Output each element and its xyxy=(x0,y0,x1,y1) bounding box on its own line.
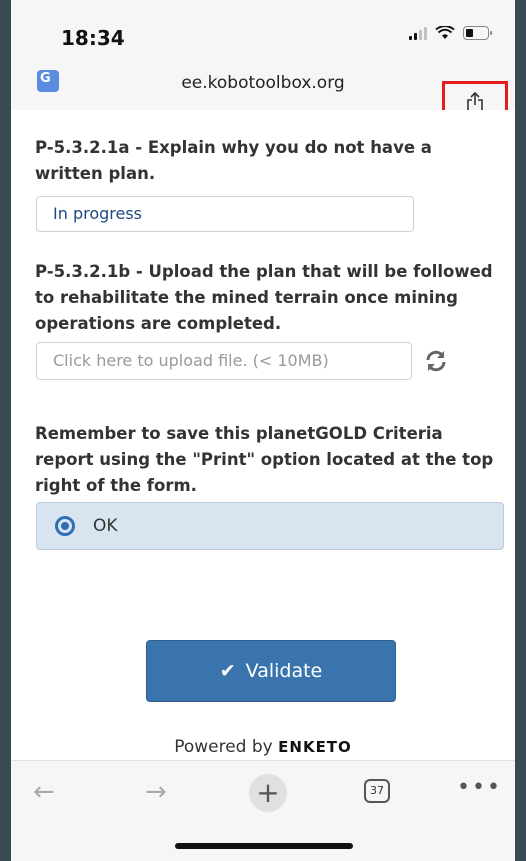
address-bar[interactable]: ee.kobotoolbox.org xyxy=(11,56,515,126)
more-icon[interactable]: ••• xyxy=(457,775,502,800)
phone-screen: 18:34 ee.kobotoolbox.org P-5.3.2.1a - Ex… xyxy=(11,0,515,861)
browser-toolbar: ← → + 37 ••• xyxy=(11,760,515,861)
validate-button[interactable]: ✔ Validate xyxy=(146,640,396,702)
radio-selected-icon[interactable] xyxy=(55,516,75,536)
wifi-icon xyxy=(435,26,455,39)
powered-by-footer: Powered by ENKETO xyxy=(11,737,515,757)
validate-button-label: Validate xyxy=(245,660,323,682)
check-icon: ✔ xyxy=(219,660,236,682)
question-p5321a-label: P-5.3.2.1a - Explain why you do not have… xyxy=(35,138,432,183)
ok-radio-option[interactable]: OK xyxy=(36,502,504,550)
file-upload-input[interactable]: Click here to upload file. (< 10MB) xyxy=(36,342,412,380)
url-text[interactable]: ee.kobotoolbox.org xyxy=(11,73,515,93)
back-arrow-icon[interactable]: ← xyxy=(33,777,55,807)
print-reminder-note: Remember to save this planetGOLD Criteri… xyxy=(35,424,494,495)
signal-icon xyxy=(409,26,427,40)
form-content: P-5.3.2.1a - Explain why you do not have… xyxy=(11,110,515,760)
refresh-icon[interactable] xyxy=(424,349,448,373)
forward-arrow-icon[interactable]: → xyxy=(145,777,167,807)
question-p5321a-input[interactable]: In progress xyxy=(36,196,414,232)
plus-icon[interactable]: + xyxy=(249,774,287,812)
powered-by-text: Powered by xyxy=(174,737,273,757)
tabs-icon[interactable]: 37 xyxy=(364,779,390,803)
question-p5321b-label: P-5.3.2.1b - Upload the plan that will b… xyxy=(35,262,493,333)
home-indicator[interactable] xyxy=(175,843,353,849)
enketo-logo: ENKETO xyxy=(278,738,352,756)
ok-option-label: OK xyxy=(93,516,118,536)
status-bar: 18:34 xyxy=(11,0,515,56)
status-icons xyxy=(409,26,492,40)
status-time: 18:34 xyxy=(61,26,125,50)
battery-icon xyxy=(463,26,492,40)
